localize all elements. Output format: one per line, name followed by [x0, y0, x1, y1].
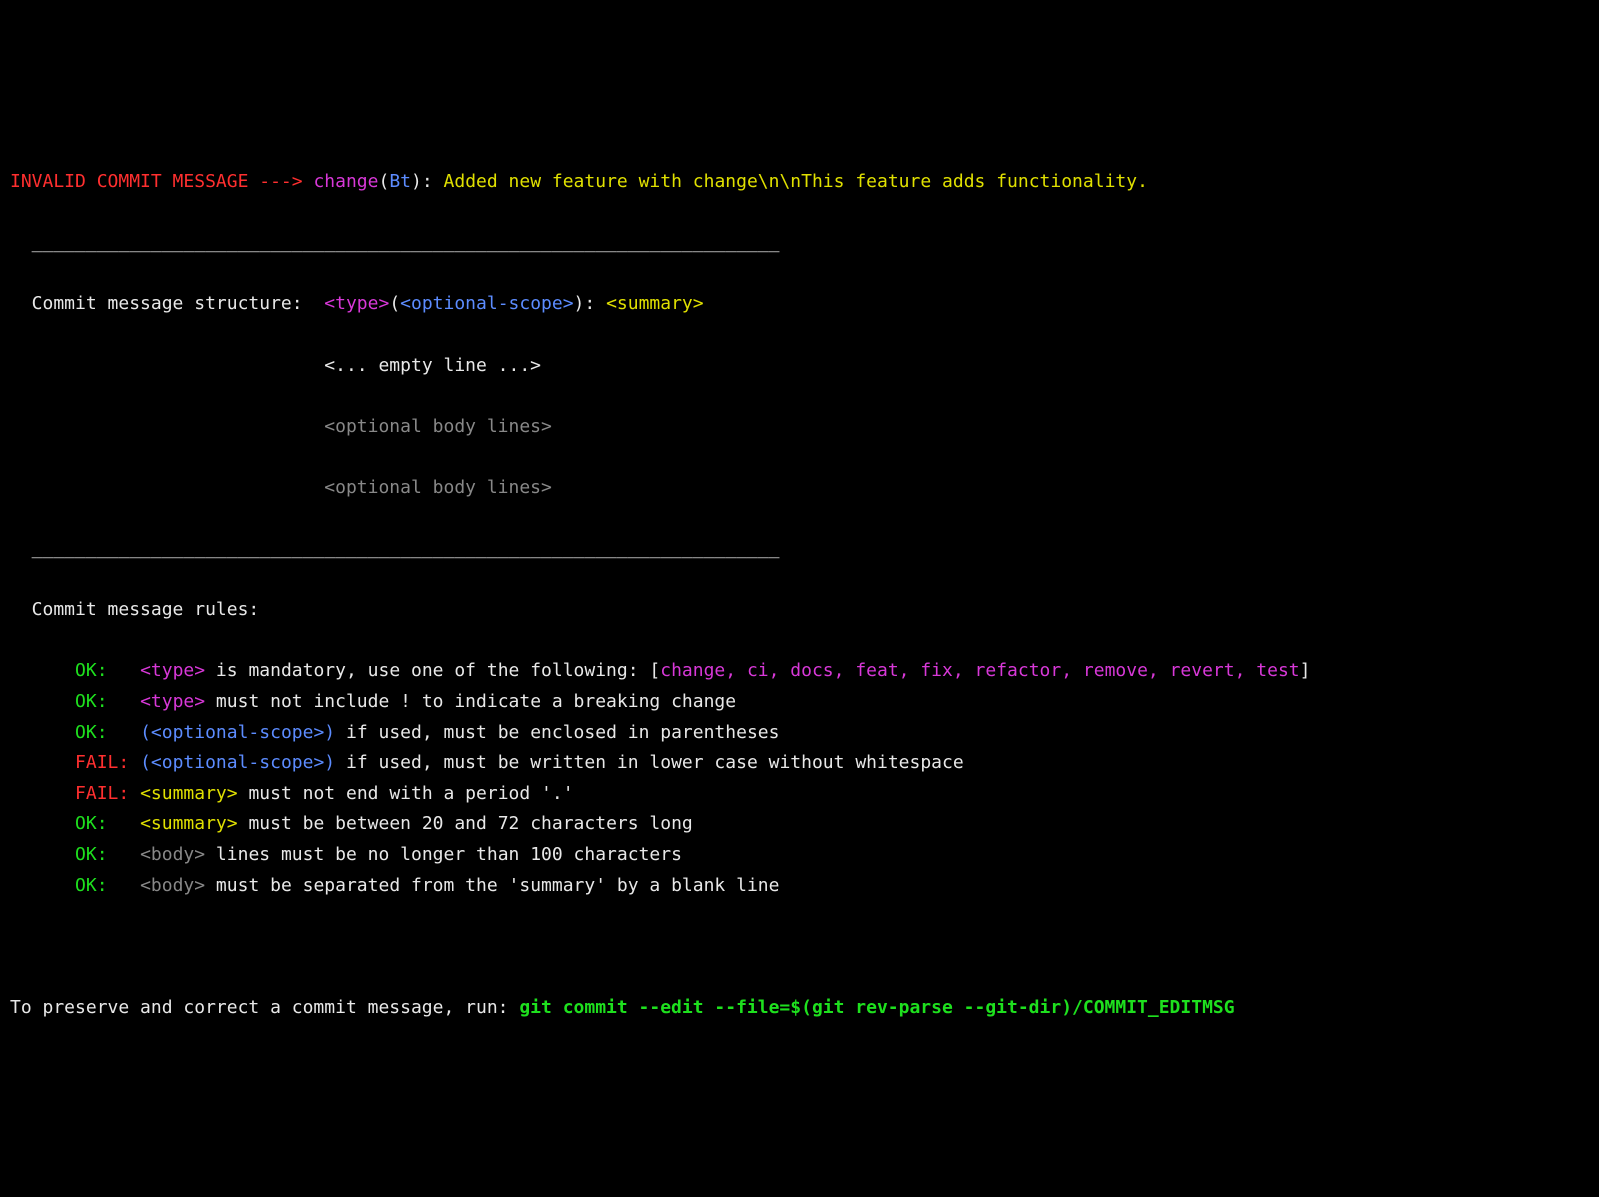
rule-line: OK: <type> must not include ! to indicat…: [10, 687, 1589, 718]
commit-scope: Bt: [389, 171, 411, 192]
rule-text: <summary>: [140, 783, 238, 804]
rule-text: change, ci, docs, feat, fix, refactor, r…: [660, 660, 1299, 681]
rparen-colon: ):: [411, 171, 444, 192]
footer-command: git commit --edit --file=$(git rev-parse…: [519, 997, 1234, 1018]
hr-bottom: ________________________________________…: [10, 534, 1589, 565]
structure-label: Commit message structure:: [10, 293, 324, 314]
indent: [10, 416, 324, 437]
structure-type: <type>: [324, 293, 389, 314]
structure-line: Commit message structure: <type>(<option…: [10, 289, 1589, 320]
hr-top: ________________________________________…: [10, 228, 1589, 259]
invalid-prefix: INVALID COMMIT MESSAGE --->: [10, 171, 313, 192]
rule-text: ]: [1300, 660, 1311, 681]
structure-empty-text: <... empty line ...>: [324, 355, 541, 376]
rule-text: must be separated from the 'summary' by …: [205, 875, 779, 896]
structure-body-2: <optional body lines>: [10, 473, 1589, 504]
indent: [10, 477, 324, 498]
structure-lp: (: [389, 293, 400, 314]
rule-text: <type>: [140, 660, 205, 681]
structure-body-text: <optional body lines>: [324, 416, 552, 437]
structure-body-1: <optional body lines>: [10, 412, 1589, 443]
rule-text: if used, must be enclosed in parentheses: [335, 722, 779, 743]
rule-line: OK: <summary> must be between 20 and 72 …: [10, 809, 1589, 840]
rule-text: lines must be no longer than 100 charact…: [205, 844, 682, 865]
structure-body-text: <optional body lines>: [324, 477, 552, 498]
rule-line: OK: <body> must be separated from the 's…: [10, 871, 1589, 902]
rule-text: (<optional-scope>): [140, 722, 335, 743]
rule-text: (<optional-scope>): [140, 752, 335, 773]
invalid-commit-line: INVALID COMMIT MESSAGE ---> change(Bt): …: [10, 167, 1589, 198]
indent: [10, 355, 324, 376]
rule-text: is mandatory, use one of the following: …: [205, 660, 660, 681]
rules-label: Commit message rules:: [10, 595, 1589, 626]
rule-status: FAIL:: [75, 783, 140, 804]
rule-line: OK: <body> lines must be no longer than …: [10, 840, 1589, 871]
rule-status: OK:: [75, 844, 140, 865]
rule-text: <body>: [140, 875, 205, 896]
rule-text: must not end with a period '.': [238, 783, 574, 804]
rule-line: FAIL: (<optional-scope>) if used, must b…: [10, 748, 1589, 779]
rule-status: OK:: [75, 691, 140, 712]
lparen: (: [378, 171, 389, 192]
rule-text: must not include ! to indicate a breakin…: [205, 691, 736, 712]
footer-line: To preserve and correct a commit message…: [10, 993, 1589, 1024]
rule-line: OK: (<optional-scope>) if used, must be …: [10, 718, 1589, 749]
structure-scope: <optional-scope>: [400, 293, 573, 314]
structure-rp: ):: [574, 293, 607, 314]
footer-label: To preserve and correct a commit message…: [10, 997, 519, 1018]
rule-line: OK: <type> is mandatory, use one of the …: [10, 656, 1589, 687]
rules-list: OK: <type> is mandatory, use one of the …: [10, 656, 1589, 901]
rule-status: OK:: [75, 722, 140, 743]
rule-status: FAIL:: [75, 752, 140, 773]
rule-line: FAIL: <summary> must not end with a peri…: [10, 779, 1589, 810]
commit-type: change: [313, 171, 378, 192]
rule-text: <summary>: [140, 813, 238, 834]
rule-status: OK:: [75, 813, 140, 834]
commit-summary: Added new feature with change\n\nThis fe…: [444, 171, 1148, 192]
structure-summary: <summary>: [606, 293, 704, 314]
rule-text: <body>: [140, 844, 205, 865]
rule-text: <type>: [140, 691, 205, 712]
terminal-output: INVALID COMMIT MESSAGE ---> change(Bt): …: [0, 122, 1599, 1074]
rule-text: if used, must be written in lower case w…: [335, 752, 964, 773]
blank-line: [10, 932, 1589, 963]
structure-empty: <... empty line ...>: [10, 351, 1589, 382]
rule-status: OK:: [75, 660, 140, 681]
rule-text: must be between 20 and 72 characters lon…: [238, 813, 693, 834]
rule-status: OK:: [75, 875, 140, 896]
